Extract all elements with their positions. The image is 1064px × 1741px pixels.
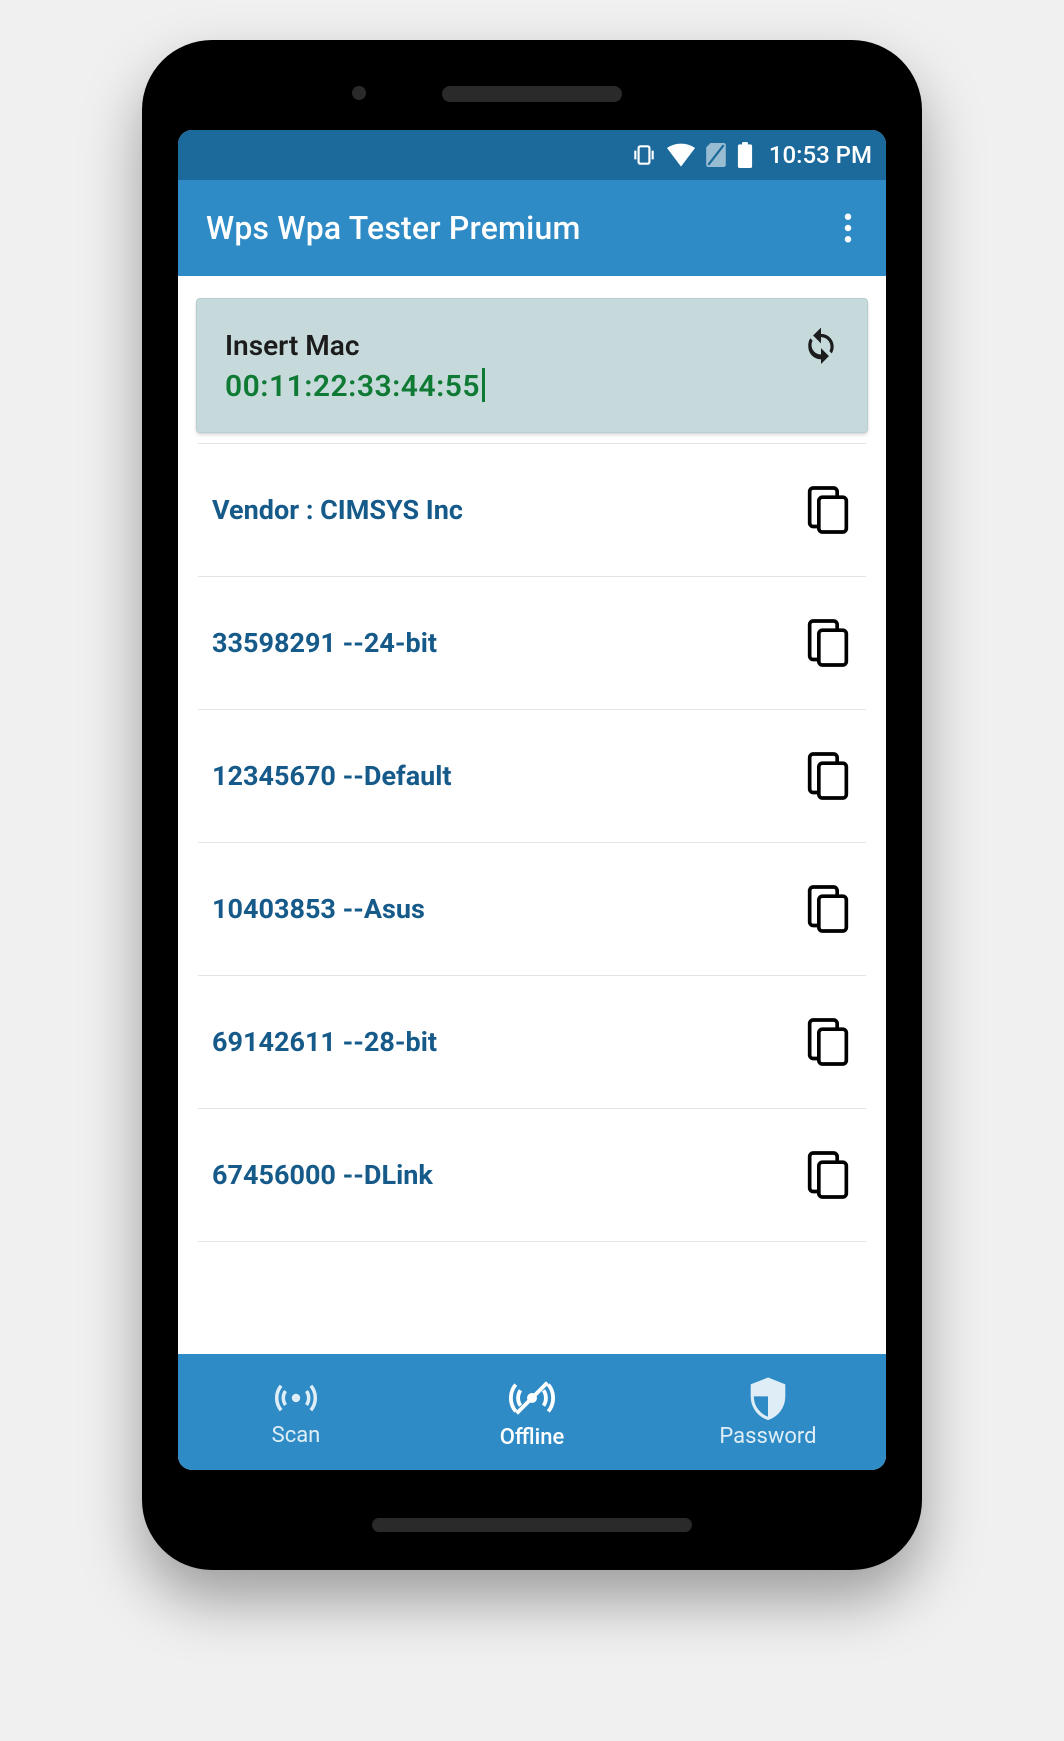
nav-scan[interactable]: Scan — [178, 1354, 414, 1470]
copy-icon — [806, 750, 850, 802]
no-sim-icon — [705, 143, 727, 167]
app-bar: Wps Wpa Tester Premium — [178, 180, 886, 276]
refresh-button[interactable] — [797, 321, 845, 369]
overflow-menu-button[interactable] — [834, 203, 862, 253]
phone-camera — [352, 86, 366, 100]
copy-icon — [806, 1016, 850, 1068]
list-item: 67456000 --DLink — [198, 1109, 866, 1242]
screen: 10:53 PM Wps Wpa Tester Premium Insert M… — [178, 130, 886, 1470]
copy-icon — [806, 617, 850, 669]
nav-password-label: Password — [719, 1424, 816, 1449]
bottom-nav: Scan Offline Password — [178, 1354, 886, 1470]
list-item-text: 10403853 --Asus — [212, 893, 425, 925]
app-title: Wps Wpa Tester Premium — [206, 209, 581, 247]
mac-input-value-line[interactable]: 00:11:22:33:44:55 — [225, 368, 485, 404]
text-cursor — [482, 368, 485, 402]
status-bar: 10:53 PM — [178, 130, 886, 180]
copy-button[interactable] — [800, 1147, 856, 1203]
phone-frame: 10:53 PM Wps Wpa Tester Premium Insert M… — [142, 40, 922, 1570]
refresh-icon — [802, 326, 840, 364]
nav-offline-label: Offline — [500, 1425, 564, 1450]
phone-home-bar — [372, 1518, 692, 1532]
wifi-icon — [667, 143, 695, 167]
list-item: 12345670 --Default — [198, 710, 866, 843]
copy-button[interactable] — [800, 1014, 856, 1070]
list-item: Vendor : CIMSYS Inc — [198, 443, 866, 577]
content: Insert Mac 00:11:22:33:44:55 Vendor : CI… — [178, 276, 886, 1354]
copy-button[interactable] — [800, 482, 856, 538]
status-time: 10:53 PM — [769, 141, 872, 169]
nav-offline[interactable]: Offline — [414, 1354, 650, 1470]
list-item: 69142611 --28-bit — [198, 976, 866, 1109]
mac-input-label: Insert Mac — [225, 329, 839, 362]
list-item-text: 12345670 --Default — [212, 760, 452, 792]
shield-icon — [748, 1376, 788, 1420]
copy-icon — [806, 1149, 850, 1201]
phone-speaker — [442, 86, 622, 102]
copy-button[interactable] — [800, 881, 856, 937]
copy-button[interactable] — [800, 748, 856, 804]
list-item-text: 33598291 --24-bit — [212, 627, 437, 659]
offline-icon — [509, 1375, 555, 1421]
nav-password[interactable]: Password — [650, 1354, 886, 1470]
nav-scan-label: Scan — [272, 1423, 321, 1448]
list-item-text: 67456000 --DLink — [212, 1159, 433, 1191]
results-list: Vendor : CIMSYS Inc 33598291 --24-bit — [198, 443, 866, 1242]
copy-icon — [806, 484, 850, 536]
list-item-text: Vendor : CIMSYS Inc — [212, 494, 463, 526]
battery-icon — [737, 142, 753, 168]
overflow-icon — [844, 213, 852, 243]
scan-icon — [275, 1377, 317, 1419]
mac-input-value: 00:11:22:33:44:55 — [225, 369, 480, 404]
copy-button[interactable] — [800, 615, 856, 671]
list-item: 10403853 --Asus — [198, 843, 866, 976]
list-item-text: 69142611 --28-bit — [212, 1026, 437, 1058]
list-item: 33598291 --24-bit — [198, 577, 866, 710]
vibrate-icon — [631, 142, 657, 168]
copy-icon — [806, 883, 850, 935]
mac-input-card[interactable]: Insert Mac 00:11:22:33:44:55 — [196, 298, 868, 433]
